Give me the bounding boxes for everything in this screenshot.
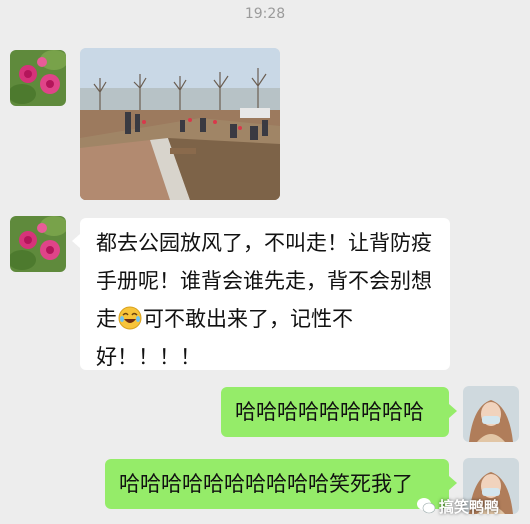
message-text: 哈哈哈哈哈哈哈哈哈哈笑死我了 [119,472,413,496]
park-photo-icon [80,48,280,200]
contact-avatar[interactable] [10,50,66,106]
wechat-icon [417,498,436,514]
flower-avatar-icon [10,216,66,272]
park-photo-message[interactable] [80,48,280,200]
my-avatar[interactable] [463,386,519,442]
watermark: 搞笑鸭鸭 [416,492,528,520]
girl-avatar-icon [463,386,519,442]
crying-laughing-emoji-icon [118,306,142,330]
message-text: 哈哈哈哈哈哈哈哈哈 [235,400,424,424]
sent-message-bubble[interactable]: 哈哈哈哈哈哈哈哈哈 [221,387,457,437]
watermark-text: 搞笑鸭鸭 [439,497,500,516]
received-message-bubble[interactable]: 都去公园放风了，不叫走！让背防疫手册呢！谁背会谁先走，背不会别想走 可不敢出来了… [72,218,450,370]
chat-timestamp: 19:28 [244,6,286,22]
sent-message-bubble[interactable]: 哈哈哈哈哈哈哈哈哈哈笑死我了 [105,459,457,509]
flower-avatar-icon [10,50,66,106]
contact-avatar[interactable] [10,216,66,272]
